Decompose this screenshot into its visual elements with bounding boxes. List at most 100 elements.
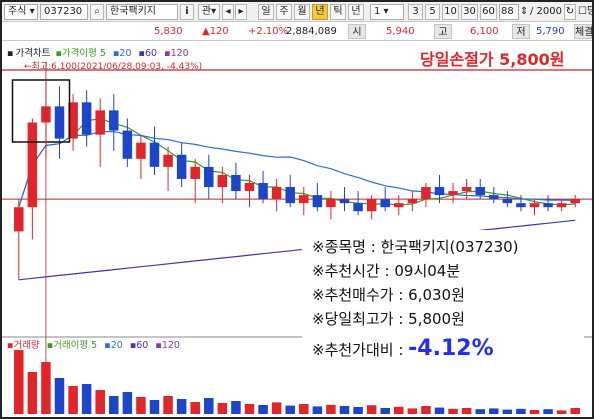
volume-bar: [502, 409, 513, 414]
volume-bar: [217, 403, 228, 414]
change-rate: +2.10%: [248, 26, 289, 37]
volume-bar: [149, 400, 160, 414]
candle-body: [231, 174, 241, 192]
view-toggle-button[interactable]: 관▾: [198, 4, 220, 20]
legend-volume-ma20[interactable]: ▪20: [104, 340, 125, 351]
low-price: 5,790: [536, 26, 565, 37]
volume-bar: [81, 384, 92, 414]
volume-bar: [461, 408, 472, 414]
volume-bar: [190, 402, 200, 414]
period-minute[interactable]: 년: [312, 4, 328, 20]
legend-ma120[interactable]: ▪120: [164, 48, 191, 59]
ratio-label: ※추천가대비 :: [312, 341, 404, 359]
volume-bar: [27, 372, 38, 414]
trade-label: 체결: [574, 24, 592, 39]
minute-5[interactable]: 5: [425, 4, 440, 20]
volume-bar: [231, 401, 241, 414]
candle-body: [353, 203, 363, 212]
count-input[interactable]: 88: [499, 4, 519, 20]
candle-body: [122, 130, 133, 159]
period-day[interactable]: 일: [258, 4, 274, 20]
candle-body: [176, 154, 187, 179]
candle-body: [394, 203, 404, 208]
volume-bar: [529, 410, 540, 414]
period-month[interactable]: 월: [294, 4, 310, 20]
volume-bar: [421, 406, 431, 414]
refresh-icon[interactable]: ↻: [564, 4, 576, 20]
price-legend: ▪ 가격차트 ▪가격이평 5 ▪20 ▪60 ▪120: [7, 45, 193, 59]
legend-volume-ma5[interactable]: ▪거래이평 5: [47, 340, 99, 351]
ratio-value: -4.12%: [408, 336, 494, 361]
candle-body: [556, 203, 567, 208]
low-label: 저: [512, 24, 530, 39]
candle-body: [489, 195, 499, 200]
chart-window: 주식 ▾ 037230 ⌕ 한국팩키지 i 관▾ ◂ ▸ 일 주 월 년 틱 년…: [0, 0, 594, 419]
legend-volume[interactable]: ▪거래량: [7, 340, 42, 351]
minute-30[interactable]: 30: [461, 4, 478, 20]
volume-bar: [475, 409, 485, 414]
volume-bar: [434, 407, 445, 414]
high-marker-note: ←최고:6,100(2021/06/28,09:03, -4.43%): [24, 62, 203, 72]
volume-bar: [163, 396, 173, 414]
volume-bar: [136, 397, 146, 414]
candle-body: [326, 199, 336, 208]
candle-body: [339, 199, 350, 204]
search-icon[interactable]: ⌕: [90, 4, 104, 20]
candle-body: [163, 154, 173, 167]
legend-volume-ma120[interactable]: ▪120: [155, 340, 182, 351]
info-button[interactable]: i: [180, 4, 194, 20]
next-arrow-icon[interactable]: ▸: [235, 4, 247, 20]
minute-60[interactable]: 60: [480, 4, 497, 20]
open-price: 5,940: [386, 26, 415, 37]
volume-bar: [285, 405, 295, 414]
stock-code-input[interactable]: 037230: [40, 4, 88, 20]
candle-body: [475, 187, 485, 196]
candle-body: [27, 122, 38, 208]
legend-price-chart[interactable]: 가격차트: [15, 48, 50, 59]
ratio-line: ※추천가대비 : -4.12%: [312, 336, 494, 361]
period-tick[interactable]: 틱: [330, 4, 346, 20]
period-year[interactable]: 년: [348, 4, 364, 20]
recommendation-panel: ※종목명 : 한국팩키지(037230) ※추천시간 : 09시04분 ※추천매…: [302, 230, 584, 368]
recommend-time-line: ※추천시간 : 09시04분: [312, 262, 461, 280]
single-checkbox[interactable]: ☐당일: [578, 5, 592, 19]
volume-bar: [244, 404, 255, 414]
candle-body: [502, 199, 513, 204]
candle-body: [217, 174, 228, 188]
candle-body: [204, 166, 214, 188]
volume-bar: [516, 408, 526, 414]
candle-body: [271, 187, 282, 200]
high-price: 6,100: [470, 26, 499, 37]
volume-bar: [570, 408, 580, 414]
quote-bar: 5,830 ▲120 +2.10% 2,884,089 시 5,940 고 6,…: [2, 22, 592, 41]
candle-body: [285, 187, 295, 204]
candle-body: [461, 187, 472, 192]
candle-body: [299, 195, 309, 204]
legend-ma20[interactable]: ▪20: [113, 48, 134, 59]
volume-bar: [258, 405, 268, 414]
market-select[interactable]: 주식 ▾: [4, 4, 38, 20]
volume-bar: [176, 399, 187, 414]
period-week[interactable]: 주: [276, 4, 292, 20]
minute-10[interactable]: 10: [442, 4, 459, 20]
candle-body: [14, 207, 24, 232]
legend-ma60[interactable]: ▪60: [139, 48, 160, 59]
volume-bar: [95, 390, 105, 414]
tick-select[interactable]: 1 ▾: [370, 4, 404, 20]
open-label: 시: [348, 24, 366, 39]
candle-body: [380, 199, 390, 208]
candle-body: [543, 203, 553, 208]
volume-bar: [14, 350, 24, 414]
candle-body: [109, 110, 119, 131]
prev-arrow-icon[interactable]: ◂: [222, 4, 234, 20]
legend-volume-ma60[interactable]: ▪60: [130, 340, 151, 351]
count-spinner-icon[interactable]: ⇕: [520, 5, 528, 19]
candle-body: [81, 102, 92, 135]
volume-bar: [68, 386, 78, 414]
minute-3[interactable]: 3: [408, 4, 423, 20]
legend-ma5[interactable]: ▪가격이평 5: [55, 48, 107, 59]
volume-bar: [122, 392, 133, 414]
recommend-buy-line: ※추천매수가 : 6,030원: [312, 286, 465, 304]
volume-legend: ▪거래량 ▪거래이평 5 ▪20 ▪60 ▪120: [7, 337, 184, 351]
volume-bar: [556, 410, 567, 414]
